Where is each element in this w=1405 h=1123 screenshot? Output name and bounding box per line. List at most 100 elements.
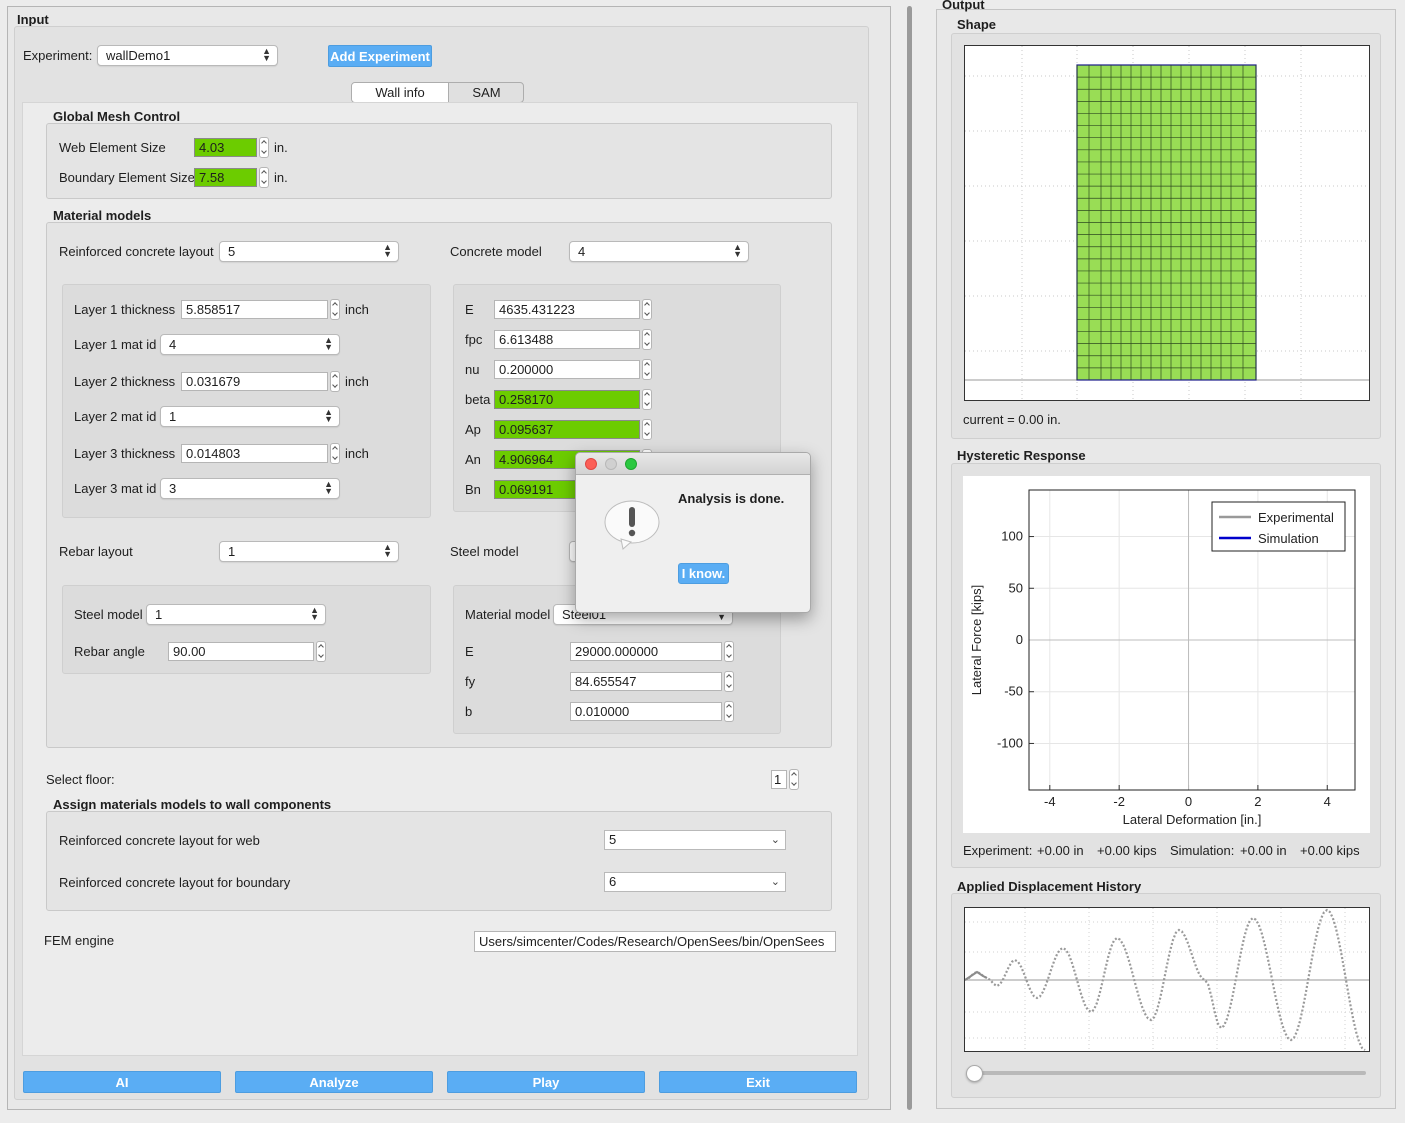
zoom-icon[interactable]: [625, 458, 637, 470]
warning-icon: [603, 499, 661, 550]
dialog-ok-button[interactable]: I know.: [678, 563, 729, 584]
layer1-thickness-input[interactable]: 5.858517: [181, 300, 328, 319]
layer3-thickness-input[interactable]: 0.014803: [181, 444, 328, 463]
steel-model-inner-value: 1: [155, 607, 163, 622]
mesh-group: [46, 123, 832, 199]
concrete-e-stepper[interactable]: [642, 299, 652, 320]
assign-web-value: 5: [609, 832, 617, 847]
wall-mesh: [1076, 64, 1257, 381]
steel-b-stepper[interactable]: [724, 701, 734, 722]
assign-boundary-value: 6: [609, 874, 617, 889]
splitter-handle[interactable]: [907, 6, 912, 1110]
concrete-ap-stepper[interactable]: [642, 419, 652, 440]
layer1-thickness-stepper[interactable]: [330, 299, 340, 320]
boundary-element-stepper[interactable]: [259, 167, 269, 188]
web-element-unit: in.: [274, 140, 288, 155]
layer2-matid-value: 1: [169, 409, 177, 424]
concrete-ap-input[interactable]: 0.095637: [494, 420, 640, 439]
time-slider-track[interactable]: [968, 1071, 1366, 1075]
steel-e-stepper[interactable]: [724, 641, 734, 662]
shape-svg: [965, 46, 1369, 400]
shape-title: Shape: [957, 17, 997, 32]
layer3-thickness-label: Layer 3 thickness: [74, 446, 176, 461]
layer2-thickness-stepper[interactable]: [330, 371, 340, 392]
close-icon[interactable]: [585, 458, 597, 470]
x-tick-label: 0: [1185, 794, 1192, 809]
concrete-an-label: An: [465, 452, 481, 467]
material-title: Material models: [53, 208, 152, 223]
hyst-canvas: -4 -2 0 2 4 100 50 0 -50 -100 Lateral Deformation …: [963, 476, 1370, 833]
shape-plot: [964, 45, 1370, 401]
rebar-angle-stepper[interactable]: [316, 641, 326, 662]
layer3-thickness-unit: inch: [345, 446, 369, 461]
rebar-layout-select[interactable]: 1 ▲ ▼: [219, 541, 399, 562]
layer2-thickness-input[interactable]: 0.031679: [181, 372, 328, 391]
y-tick-label: 0: [1016, 632, 1023, 647]
chevron-down-icon: ⌄: [770, 834, 780, 846]
concrete-beta-stepper[interactable]: [642, 389, 652, 410]
layer3-matid-value: 3: [169, 481, 177, 496]
y-axis-label: Lateral Force [kips]: [969, 585, 984, 696]
layer3-matid-select[interactable]: 3 ▲ ▼: [160, 478, 340, 499]
floor-input[interactable]: 1: [771, 770, 787, 789]
x-axis-label: Lateral Deformation [in.]: [1123, 812, 1262, 827]
boundary-element-label: Boundary Element Size: [59, 170, 195, 185]
experiment-select[interactable]: wallDemo1 ▲ ▼: [97, 45, 278, 66]
ai-button[interactable]: AI: [23, 1071, 221, 1093]
assign-web-select[interactable]: 5 ⌄: [604, 830, 786, 850]
analyze-button[interactable]: Analyze: [235, 1071, 433, 1093]
chevron-down-icon: ⌄: [770, 876, 780, 888]
concrete-e-label: E: [465, 302, 474, 317]
concrete-bn-label: Bn: [465, 482, 481, 497]
minimize-icon[interactable]: [605, 458, 617, 470]
layer3-matid-label: Layer 3 mat id: [74, 481, 157, 496]
updown-icon: ▲▼: [383, 242, 392, 259]
layer2-matid-select[interactable]: 1 ▲ ▼: [160, 406, 340, 427]
concrete-nu-label: nu: [465, 362, 480, 377]
time-slider-handle[interactable]: [966, 1065, 983, 1082]
tab-wall-info[interactable]: Wall info: [352, 83, 449, 102]
concrete-nu-input[interactable]: 0.200000: [494, 360, 640, 379]
add-experiment-button[interactable]: Add Experiment: [328, 45, 432, 67]
concrete-beta-input[interactable]: 0.258170: [494, 390, 640, 409]
steel-model-inner-label: Steel model: [74, 607, 143, 622]
assign-boundary-select[interactable]: 6 ⌄: [604, 872, 786, 892]
web-element-input[interactable]: 4.03: [194, 138, 257, 157]
boundary-element-input[interactable]: 7.58: [194, 168, 257, 187]
web-element-stepper[interactable]: [259, 137, 269, 158]
analysis-dialog: Analysis is done. I know.: [575, 452, 811, 613]
rebar-angle-input[interactable]: 90.00: [168, 642, 314, 661]
layer1-matid-select[interactable]: 4 ▲ ▼: [160, 334, 340, 355]
rc-layout-label: Reinforced concrete layout: [59, 244, 214, 259]
tab-sam[interactable]: SAM: [449, 83, 523, 102]
steel-model-label: Steel model: [450, 544, 519, 559]
steel-b-input[interactable]: 0.010000: [570, 702, 722, 721]
concrete-fpc-input[interactable]: 6.613488: [494, 330, 640, 349]
x-tick-label: 2: [1254, 794, 1261, 809]
concrete-e-input[interactable]: 4635.431223: [494, 300, 640, 319]
concrete-beta-label: beta: [465, 392, 491, 407]
status-exp-force: +0.00 kips: [1097, 843, 1157, 858]
exit-button[interactable]: Exit: [659, 1071, 857, 1093]
rebar-angle-label: Rebar angle: [74, 644, 145, 659]
web-element-label: Web Element Size: [59, 140, 166, 155]
x-tick-label: 4: [1324, 794, 1331, 809]
steel-b-label: b: [465, 704, 473, 719]
steel-fy-stepper[interactable]: [724, 671, 734, 692]
concrete-model-label: Concrete model: [450, 244, 542, 259]
fem-input[interactable]: Users/simcenter/Codes/Research/OpenSees/…: [474, 931, 836, 952]
steel-model-inner-select[interactable]: 1 ▲ ▼: [146, 604, 326, 625]
updown-icon: ▲▼: [324, 335, 333, 352]
concrete-nu-stepper[interactable]: [642, 359, 652, 380]
input-title: Input: [17, 12, 49, 27]
steel-fy-input[interactable]: 84.655547: [570, 672, 722, 691]
steel-e-input[interactable]: 29000.000000: [570, 642, 722, 661]
play-button[interactable]: Play: [447, 1071, 645, 1093]
concrete-fpc-stepper[interactable]: [642, 329, 652, 350]
rebar-layout-value: 1: [228, 544, 236, 559]
concrete-model-select[interactable]: 4 ▲ ▼: [569, 241, 749, 262]
displacement-start-line: [964, 970, 988, 981]
rc-layout-select[interactable]: 5 ▲ ▼: [219, 241, 399, 262]
layer3-thickness-stepper[interactable]: [330, 443, 340, 464]
floor-stepper[interactable]: [789, 769, 799, 790]
